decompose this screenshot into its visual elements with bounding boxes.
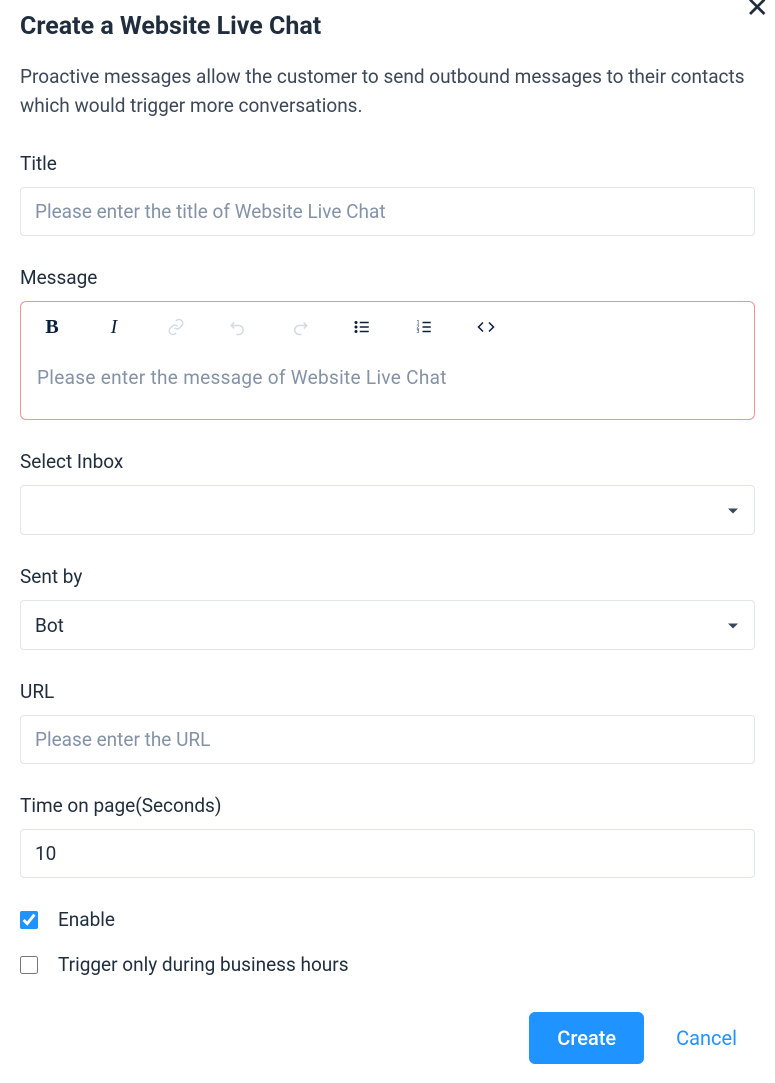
bullet-list-icon [353, 318, 371, 336]
sent-by-select[interactable]: Bot [20, 600, 755, 650]
sent-by-label: Sent by [20, 565, 755, 588]
cancel-button[interactable]: Cancel [676, 1026, 737, 1050]
close-button[interactable]: ✕ [746, 0, 769, 22]
page-title: Create a Website Live Chat [20, 12, 755, 41]
message-content[interactable]: Please enter the message of Website Live… [37, 366, 738, 389]
link-button[interactable] [165, 316, 187, 338]
bullet-list-button[interactable] [351, 316, 373, 338]
bold-button[interactable]: B [41, 316, 63, 338]
title-label: Title [20, 152, 755, 175]
ordered-list-button[interactable]: 1 2 3 [413, 316, 435, 338]
ordered-list-icon: 1 2 3 [415, 318, 433, 336]
enable-label: Enable [58, 908, 115, 931]
page-description: Proactive messages allow the customer to… [20, 63, 755, 120]
code-button[interactable] [475, 316, 497, 338]
link-icon [167, 318, 185, 336]
url-label: URL [20, 680, 755, 703]
close-icon: ✕ [746, 0, 769, 23]
code-icon [477, 318, 495, 336]
svg-text:3: 3 [417, 329, 420, 335]
editor-toolbar: B I [37, 316, 738, 338]
italic-icon: I [111, 316, 118, 339]
business-hours-checkbox[interactable] [20, 956, 38, 974]
undo-icon [229, 318, 247, 336]
undo-button[interactable] [227, 316, 249, 338]
url-input[interactable] [20, 715, 755, 764]
redo-icon [291, 318, 309, 336]
time-on-page-input[interactable] [20, 829, 755, 878]
time-on-page-label: Time on page(Seconds) [20, 794, 755, 817]
title-input[interactable] [20, 187, 755, 236]
enable-checkbox[interactable] [20, 911, 38, 929]
create-button[interactable]: Create [529, 1012, 644, 1064]
italic-button[interactable]: I [103, 316, 125, 338]
inbox-select[interactable] [20, 485, 755, 535]
business-hours-label: Trigger only during business hours [58, 953, 349, 976]
bold-icon: B [45, 316, 58, 339]
redo-button[interactable] [289, 316, 311, 338]
inbox-label: Select Inbox [20, 450, 755, 473]
message-editor[interactable]: B I [20, 301, 755, 420]
message-label: Message [20, 266, 755, 289]
